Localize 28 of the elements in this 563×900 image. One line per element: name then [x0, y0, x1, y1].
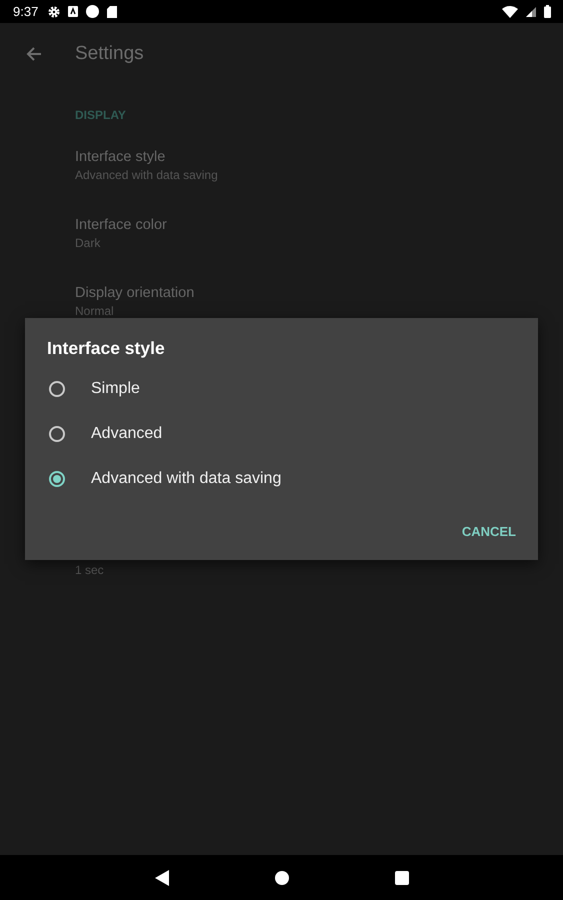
setting-summary: Advanced with data saving [75, 168, 219, 182]
back-arrow-icon[interactable] [26, 46, 42, 62]
app-bar-title: Settings [75, 43, 144, 65]
dialog-title: Interface style [47, 338, 166, 359]
signal-icon [526, 6, 536, 16]
gear-icon [48, 6, 60, 18]
option-label[interactable]: Advanced [91, 424, 162, 442]
option-label[interactable]: Advanced with data saving [91, 470, 282, 488]
radio-button[interactable] [49, 380, 65, 396]
radio-button[interactable] [49, 470, 65, 486]
setting-title[interactable]: Interface color [75, 217, 563, 233]
setting-summary: Dark [75, 236, 102, 250]
option-label[interactable]: Simple [91, 380, 140, 398]
back-icon[interactable] [154, 870, 168, 886]
setting-summary: Normal [75, 304, 115, 318]
setting-title[interactable]: Interface style [75, 149, 563, 165]
setting-summary: 1 sec [75, 563, 105, 577]
sd-card-icon [107, 6, 118, 18]
section-header: DISPLAY [75, 108, 127, 122]
overview-icon[interactable] [394, 870, 408, 884]
home-icon[interactable] [274, 870, 288, 884]
circle-icon [86, 5, 100, 18]
status-time: 9:37 [13, 4, 38, 19]
setting-title[interactable]: Display orientation [75, 285, 563, 301]
battery-icon [544, 5, 551, 18]
cancel-button[interactable]: CANCEL [462, 518, 516, 545]
radio-button[interactable] [49, 426, 65, 442]
wifi-icon [502, 6, 518, 18]
